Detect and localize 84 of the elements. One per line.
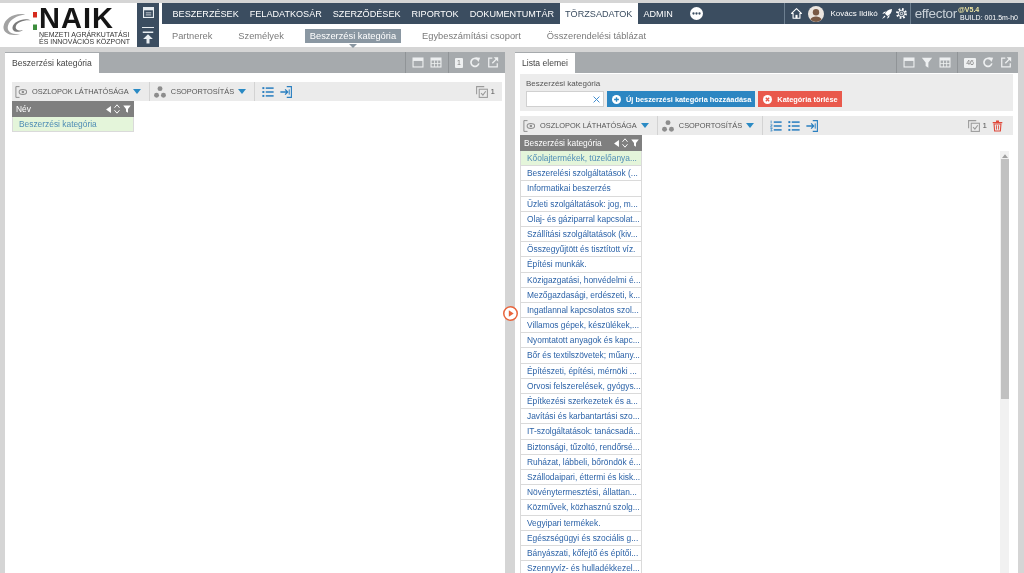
clear-icon[interactable] bbox=[593, 95, 600, 103]
sort-icon[interactable] bbox=[622, 138, 628, 148]
nav-tab[interactable]: DOKUMENTUMTÁR bbox=[464, 3, 560, 24]
user-name[interactable]: Kovács Ildikó bbox=[830, 9, 878, 18]
selection-count: 1 bbox=[490, 87, 495, 96]
grid-icon[interactable] bbox=[939, 57, 952, 68]
list-item[interactable]: Informatikai beszerzés bbox=[520, 181, 642, 197]
brand-name: effector bbox=[914, 6, 957, 21]
table-header-icon[interactable] bbox=[903, 57, 916, 68]
caret-down-icon bbox=[132, 89, 141, 94]
column-header[interactable]: Név bbox=[12, 101, 134, 117]
list-item[interactable]: Építkezési szerkezetek és a... bbox=[520, 394, 642, 410]
list-icon[interactable] bbox=[262, 85, 275, 98]
tab-pointer-icon bbox=[348, 43, 357, 48]
field-label: Beszerzési kategória bbox=[526, 79, 601, 89]
filter-icon[interactable] bbox=[631, 139, 639, 147]
subnav-tab[interactable]: Összerendelési táblázat bbox=[541, 28, 651, 43]
scrollbar-thumb[interactable] bbox=[1000, 159, 1009, 399]
list-item[interactable]: Beszerelési szolgáltatások (... bbox=[520, 166, 642, 182]
window-icon[interactable] bbox=[141, 7, 155, 18]
arrow-up-icon[interactable] bbox=[142, 31, 154, 44]
nav-tab[interactable]: ADMIN bbox=[637, 3, 679, 24]
checkbox-stack-icon[interactable] bbox=[475, 85, 488, 98]
grid-icon[interactable] bbox=[430, 57, 443, 68]
scrollbar-track[interactable] bbox=[1000, 151, 1009, 573]
arrow-left-icon[interactable] bbox=[614, 139, 619, 147]
column-title: Név bbox=[16, 104, 32, 114]
nav-tab[interactable]: FELADATKOSÁR bbox=[244, 3, 328, 24]
refresh-icon[interactable] bbox=[982, 57, 994, 68]
panel-tab[interactable]: Lista elemei bbox=[515, 53, 575, 73]
panel-tab[interactable]: Beszerzési kategória bbox=[5, 53, 99, 73]
list-item[interactable]: Összegyűjtött és tisztított víz. bbox=[520, 242, 642, 258]
group-icon bbox=[661, 119, 674, 132]
subnav-tab[interactable]: Partnerek bbox=[167, 28, 218, 43]
nav-tab[interactable]: BESZERZÉSEK bbox=[167, 3, 245, 24]
subnav-tab[interactable]: Személyek bbox=[233, 28, 289, 43]
column-header[interactable]: Beszerzési kategória bbox=[520, 135, 642, 151]
checkbox-stack-icon[interactable] bbox=[967, 119, 980, 132]
list-item[interactable]: Javítási és karbantartási szo... bbox=[520, 409, 642, 425]
x-circle-icon bbox=[763, 94, 773, 104]
filter-icon[interactable] bbox=[123, 105, 131, 113]
group-icon bbox=[153, 85, 166, 98]
list-item[interactable]: IT-szolgáltatások: tanácsadá... bbox=[520, 424, 642, 440]
eye-columns-icon bbox=[15, 85, 27, 98]
subnav-tab[interactable]: Egybeszámítási csoport bbox=[417, 28, 526, 43]
list-icon[interactable] bbox=[788, 119, 801, 132]
external-link-icon[interactable] bbox=[1000, 57, 1012, 68]
caret-down-icon bbox=[746, 123, 755, 128]
caret-down-icon bbox=[238, 89, 247, 94]
list-item[interactable]: Szennyvíz- és hulladékkezel... bbox=[520, 561, 642, 573]
column-title: Beszerzési kategória bbox=[524, 138, 603, 148]
avatar-icon[interactable] bbox=[808, 5, 825, 22]
numbered-list-icon[interactable] bbox=[770, 119, 783, 132]
arrow-into-box-icon[interactable] bbox=[280, 85, 293, 98]
arrow-left-icon[interactable] bbox=[106, 105, 111, 113]
table-header-icon[interactable] bbox=[412, 57, 425, 68]
refresh-icon[interactable] bbox=[469, 57, 481, 68]
more-icon[interactable] bbox=[690, 7, 704, 20]
settings-icon[interactable] bbox=[895, 8, 907, 19]
trash-icon[interactable] bbox=[992, 119, 1003, 132]
list-item[interactable]: Villamos gépek, készülékek,... bbox=[520, 318, 642, 334]
filter-input[interactable] bbox=[526, 91, 604, 107]
selection-count: 1 bbox=[982, 121, 987, 130]
rocket-icon[interactable] bbox=[881, 8, 892, 19]
swoosh-logo-icon bbox=[2, 13, 32, 37]
caret-down-icon bbox=[640, 123, 649, 128]
eye-columns-icon bbox=[523, 119, 535, 132]
list-item[interactable]: Bőr és textilszövetek; műany... bbox=[520, 348, 642, 364]
play-circle-icon[interactable] bbox=[503, 306, 518, 321]
home-icon[interactable] bbox=[791, 8, 803, 19]
nav-tab[interactable]: TÖRZSADATOK bbox=[559, 3, 638, 24]
arrow-into-box-icon[interactable] bbox=[806, 119, 819, 132]
plus-circle-icon bbox=[612, 94, 621, 104]
list-item[interactable]: Növénytermesztési, állattan... bbox=[520, 485, 642, 501]
nav-tab[interactable]: RIPORTOK bbox=[406, 3, 465, 24]
nav-tab[interactable]: SZERZŐDÉSEK bbox=[327, 3, 406, 24]
list-item[interactable]: Építési munkák. bbox=[520, 257, 642, 273]
logo-title: NAIK bbox=[39, 4, 114, 31]
sort-icon[interactable] bbox=[114, 104, 120, 114]
list-item[interactable]: Közművek, közhasznú szolg... bbox=[520, 500, 642, 516]
flag-stripes-icon bbox=[33, 12, 37, 30]
list-item[interactable]: Nyomtatott anyagok és kapc... bbox=[520, 333, 642, 349]
external-link-icon[interactable] bbox=[487, 57, 499, 68]
filter-icon[interactable] bbox=[921, 57, 934, 68]
